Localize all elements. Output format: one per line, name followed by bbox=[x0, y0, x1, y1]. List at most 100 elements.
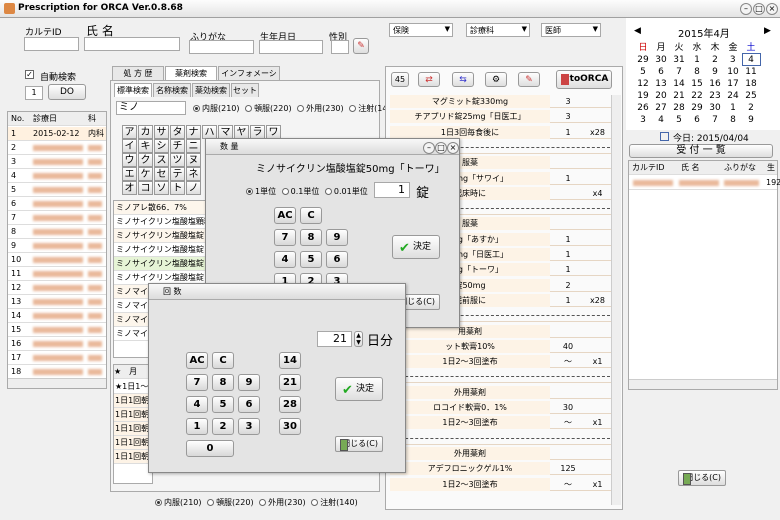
calendar-day[interactable]: 2 bbox=[706, 54, 724, 66]
count-input[interactable]: 1 bbox=[25, 86, 43, 100]
days-key[interactable]: 21 bbox=[279, 374, 301, 391]
radio-external-bottom[interactable]: 外用(230) bbox=[259, 498, 306, 507]
days-key[interactable]: 0 bbox=[186, 440, 234, 457]
kana-key[interactable]: ク bbox=[138, 153, 153, 167]
days-input[interactable]: 21 bbox=[317, 331, 352, 347]
table-row[interactable]: 11 bbox=[8, 267, 106, 281]
calendar-day[interactable]: 4 bbox=[741, 53, 761, 66]
dialog-minimize-button[interactable]: – bbox=[423, 142, 435, 154]
calendar-day[interactable]: 3 bbox=[724, 54, 742, 66]
days-key[interactable]: 14 bbox=[279, 352, 301, 369]
quantity-key[interactable]: 8 bbox=[300, 229, 322, 246]
prescription-row[interactable]: アデフロニックゲル1% 125 bbox=[390, 462, 615, 476]
calendar-day[interactable]: 18 bbox=[742, 78, 760, 90]
table-row[interactable]: 3 bbox=[8, 155, 106, 169]
table-row[interactable]: 10 bbox=[8, 253, 106, 267]
dialog-maximize-button[interactable]: □ bbox=[435, 142, 447, 154]
kana-key[interactable]: ソ bbox=[154, 181, 169, 195]
prescription-row[interactable]: 外用薬剤 bbox=[390, 385, 615, 399]
calendar-day[interactable]: 9 bbox=[706, 66, 724, 78]
subtab-set[interactable]: セット bbox=[231, 83, 259, 97]
kana-key[interactable]: チ bbox=[170, 139, 185, 153]
minimize-button[interactable]: – bbox=[740, 3, 752, 15]
kana-key[interactable]: テ bbox=[170, 167, 185, 181]
calendar-day[interactable]: 29 bbox=[634, 54, 652, 66]
calendar-day[interactable]: 8 bbox=[724, 114, 742, 126]
quantity-input[interactable]: 1 bbox=[374, 182, 410, 198]
kana-key[interactable]: イ bbox=[122, 139, 137, 153]
table-row[interactable]: 14 bbox=[8, 309, 106, 323]
prescription-row[interactable]: 1日2～3回塗布 ～ x1 bbox=[390, 477, 615, 491]
table-row[interactable]: 7 bbox=[8, 211, 106, 225]
quantity-key[interactable]: C bbox=[300, 207, 322, 224]
radio-unit-001[interactable]: 0.01単位 bbox=[324, 187, 368, 196]
days-key[interactable]: 3 bbox=[238, 418, 260, 435]
maximize-button[interactable]: □ bbox=[753, 3, 765, 15]
calendar-day[interactable]: 12 bbox=[634, 78, 652, 90]
table-row[interactable]: 8 bbox=[8, 225, 106, 239]
reception-row[interactable]: 192 bbox=[629, 176, 780, 190]
days-key[interactable]: 8 bbox=[212, 374, 234, 391]
calendar-day[interactable]: 2 bbox=[742, 102, 760, 114]
table-row[interactable]: 16 bbox=[8, 337, 106, 351]
kana-key[interactable]: ノ bbox=[186, 181, 201, 195]
kana-key[interactable]: ア bbox=[122, 125, 137, 139]
table-row[interactable]: 15 bbox=[8, 323, 106, 337]
table-row[interactable]: 13 bbox=[8, 295, 106, 309]
quantity-key[interactable]: 6 bbox=[326, 251, 348, 268]
furigana-input[interactable] bbox=[189, 40, 254, 54]
horizontal-scrollbar[interactable] bbox=[8, 378, 106, 388]
days-key[interactable]: 4 bbox=[186, 396, 208, 413]
days-key[interactable]: 2 bbox=[212, 418, 234, 435]
table-row[interactable]: 9 bbox=[8, 239, 106, 253]
calendar-day[interactable]: 7 bbox=[706, 114, 724, 126]
calendar-day[interactable]: 15 bbox=[688, 78, 706, 90]
calendar-day[interactable]: 21 bbox=[670, 90, 688, 102]
table-row[interactable]: 4 bbox=[8, 169, 106, 183]
reception-scrollbar[interactable] bbox=[629, 379, 777, 389]
edit-pencil-icon[interactable]: ✎ bbox=[353, 38, 369, 54]
radio-oral-bottom[interactable]: 内服(210) bbox=[155, 498, 202, 507]
kana-key[interactable]: ト bbox=[170, 181, 185, 195]
calendar-day[interactable]: 25 bbox=[742, 90, 760, 102]
calendar-day[interactable]: 3 bbox=[634, 114, 652, 126]
auto-search-checkbox[interactable]: ✓ bbox=[25, 70, 34, 79]
usage-item[interactable]: 1日1回朝 bbox=[114, 450, 152, 464]
calendar-day[interactable]: 28 bbox=[670, 102, 688, 114]
kana-key[interactable]: ナ bbox=[186, 125, 201, 139]
kana-key[interactable]: エ bbox=[122, 167, 137, 181]
calendar-day[interactable]: 14 bbox=[670, 78, 688, 90]
calendar-day[interactable]: 5 bbox=[670, 114, 688, 126]
kana-key[interactable]: ヌ bbox=[186, 153, 201, 167]
birth-input[interactable] bbox=[259, 40, 323, 54]
to-orca-button[interactable]: toORCA bbox=[556, 70, 612, 89]
calendar-day[interactable]: 19 bbox=[634, 90, 652, 102]
calendar-day[interactable]: 31 bbox=[670, 54, 688, 66]
calendar-day[interactable]: 16 bbox=[706, 78, 724, 90]
kana-key[interactable]: ツ bbox=[170, 153, 185, 167]
usage-item[interactable]: 1日1回朝 bbox=[114, 408, 152, 422]
table-row[interactable]: 6 bbox=[8, 197, 106, 211]
kana-key[interactable]: オ bbox=[122, 181, 137, 195]
tab-drug-search[interactable]: 薬剤検索 bbox=[165, 66, 217, 80]
calendar-day[interactable]: 30 bbox=[706, 102, 724, 114]
table-row[interactable]: 5 bbox=[8, 183, 106, 197]
prescription-row[interactable]: 1日2～3回塗布 ～ x1 bbox=[390, 416, 615, 430]
kana-key[interactable]: カ bbox=[138, 125, 153, 139]
kana-key[interactable]: ケ bbox=[138, 167, 153, 181]
radio-prn[interactable]: 頓服(220) bbox=[245, 104, 292, 113]
kana-key[interactable]: タ bbox=[170, 125, 185, 139]
calendar-day[interactable]: 6 bbox=[652, 66, 670, 78]
subtab-standard[interactable]: 標準検索 bbox=[114, 83, 152, 97]
kana-key[interactable]: ラ bbox=[250, 125, 265, 139]
insurance-select[interactable]: 保険 ▼ bbox=[389, 23, 453, 37]
number-button[interactable]: 45 bbox=[391, 72, 409, 87]
calendar-day[interactable]: 26 bbox=[634, 102, 652, 114]
dialog-close-button[interactable]: × bbox=[447, 142, 459, 154]
prescription-row[interactable] bbox=[390, 432, 615, 445]
prescription-row[interactable]: マグミット錠330mg 3 bbox=[390, 95, 615, 108]
days-confirm-button[interactable]: ✔ 決定 bbox=[335, 377, 383, 401]
table-row[interactable]: 2 bbox=[8, 141, 106, 155]
calendar-day[interactable]: 23 bbox=[706, 90, 724, 102]
drug-search-input[interactable]: ミノ bbox=[116, 101, 186, 115]
